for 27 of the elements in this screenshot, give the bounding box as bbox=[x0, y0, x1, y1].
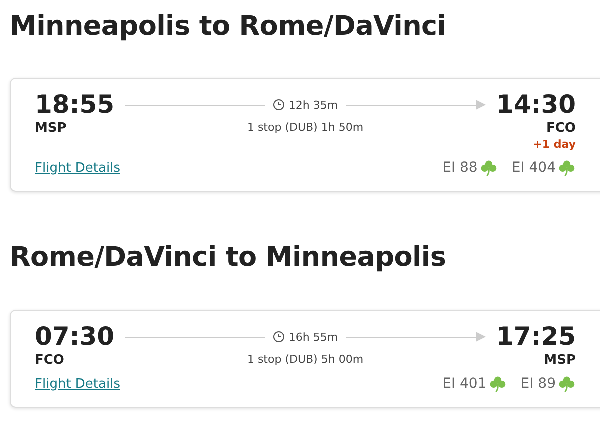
flight-number: EI 88 bbox=[442, 160, 478, 176]
duration-text: 12h 35m bbox=[288, 98, 338, 112]
shamrock-icon bbox=[488, 375, 507, 393]
clock-icon bbox=[272, 331, 285, 343]
arrival-time: 14:30 bbox=[496, 89, 576, 121]
departure-time: 18:55 bbox=[35, 89, 115, 121]
flight-number: EI 401 bbox=[442, 376, 487, 392]
departure-airport: FCO bbox=[35, 353, 66, 369]
arrival-airport: MSP bbox=[544, 353, 576, 369]
arrival-time: 17:25 bbox=[496, 321, 576, 353]
stops-text: 1 stop (DUB) 5h 00m bbox=[246, 353, 365, 366]
departure-time: 07:30 bbox=[35, 321, 115, 353]
day-offset: +1 day bbox=[533, 137, 576, 153]
departure-airport: MSP bbox=[35, 121, 68, 137]
route-heading: Rome/DaVinci to Minneapolis bbox=[10, 240, 448, 274]
flight-details-link[interactable]: Flight Details bbox=[35, 376, 120, 392]
arrival-airport: FCO bbox=[546, 121, 576, 137]
route-heading: Minneapolis to Rome/DaVinci bbox=[10, 10, 448, 44]
stops-text: 1 stop (DUB) 1h 50m bbox=[246, 121, 365, 134]
shamrock-icon bbox=[558, 159, 576, 177]
shamrock-icon bbox=[558, 375, 576, 393]
flight-number: EI 404 bbox=[512, 160, 556, 176]
flight-number: EI 89 bbox=[520, 376, 556, 392]
flight-details-link[interactable]: Flight Details bbox=[35, 160, 120, 176]
duration-text: 16h 55m bbox=[288, 330, 338, 344]
clock-icon bbox=[272, 99, 285, 111]
shamrock-icon bbox=[480, 159, 498, 177]
